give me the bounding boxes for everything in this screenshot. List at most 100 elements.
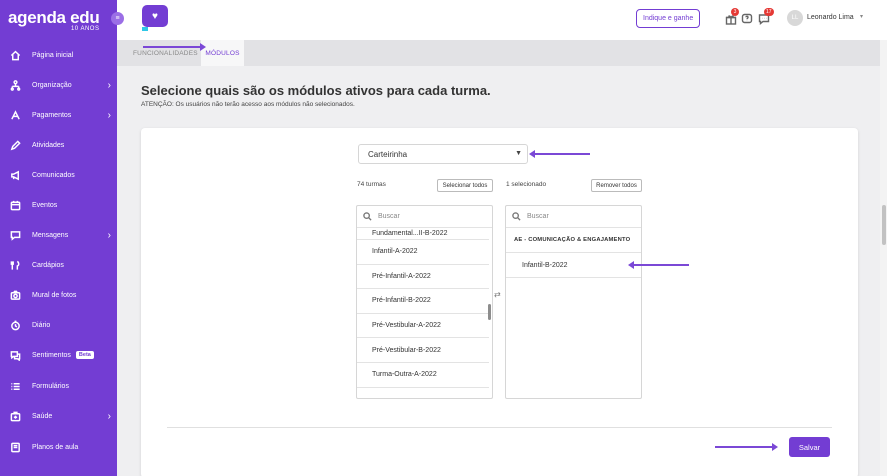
sidebar-collapse-button[interactable]: ≡ bbox=[111, 12, 124, 25]
messages-icon[interactable]: 17 bbox=[758, 8, 774, 25]
brand-logo[interactable]: agenda edu 10 ANOS bbox=[8, 8, 100, 32]
gift-badge: 3 bbox=[731, 8, 739, 16]
divider bbox=[167, 427, 832, 428]
page-scrollbar-track bbox=[880, 40, 887, 476]
sidebar-item-label: Organização bbox=[32, 81, 72, 89]
search-placeholder: Buscar bbox=[378, 213, 400, 220]
sidebar-item-label: Mensagens bbox=[32, 231, 69, 239]
available-count: 74 turmas bbox=[357, 181, 386, 188]
list-item[interactable]: Pré-Infantil-B-2022 bbox=[357, 289, 489, 314]
camera-icon bbox=[8, 288, 22, 302]
sidebar-item-sentimentos[interactable]: Sentimentos Beta bbox=[0, 345, 117, 365]
chevron-right-icon: › bbox=[107, 229, 111, 241]
sidebar-item-diario[interactable]: Diário bbox=[0, 315, 117, 335]
sidebar-item-label: Cardápios bbox=[32, 261, 64, 269]
beta-badge: Beta bbox=[75, 351, 94, 359]
select-all-button[interactable]: Selecionar todos bbox=[437, 179, 493, 192]
search-icon bbox=[512, 212, 521, 221]
list-item[interactable]: Fundamental...II-B-2022 bbox=[357, 228, 489, 240]
sidebar-item-label: Sentimentos bbox=[32, 351, 71, 359]
available-search-input[interactable]: Buscar bbox=[357, 206, 492, 228]
megaphone-icon bbox=[8, 168, 22, 182]
annotation-arrow bbox=[628, 261, 689, 269]
list-item[interactable]: Turma-Outra-A-2022 bbox=[357, 363, 489, 388]
list-item[interactable]: Infantil-B-2022 bbox=[506, 253, 641, 278]
page-title: Selecione quais são os módulos ativos pa… bbox=[141, 83, 491, 98]
tab-funcionalidades[interactable]: FUNCIONALIDADES bbox=[133, 40, 198, 66]
clock-icon bbox=[8, 318, 22, 332]
chevron-down-icon: ▼ bbox=[515, 150, 522, 157]
search-placeholder: Buscar bbox=[527, 213, 549, 220]
app-logo-accent bbox=[142, 27, 148, 31]
sidebar-item-planos-de-aula[interactable]: Planos de aula bbox=[0, 437, 117, 457]
list-item[interactable]: Pré-Infantil-A-2022 bbox=[357, 265, 489, 290]
messages-badge: 17 bbox=[764, 8, 774, 16]
sidebar-item-cardapios[interactable]: Cardápios bbox=[0, 255, 117, 275]
sidebar-item-pagina-inicial[interactable]: Página inicial bbox=[0, 45, 117, 65]
remove-all-button[interactable]: Remover todos bbox=[591, 179, 642, 192]
sidebar-item-pagamentos[interactable]: Pagamentos › bbox=[0, 105, 117, 125]
list-item[interactable]: Infantil-A-2022 bbox=[357, 240, 489, 265]
modules-card bbox=[141, 128, 858, 476]
annotation-arrow bbox=[143, 43, 206, 51]
selected-group-title: AE - COMUNICAÇÃO & ENGAJAMENTO bbox=[506, 228, 641, 253]
sidebar-item-saude[interactable]: Saúde › bbox=[0, 406, 117, 426]
logo-text: agenda edu bbox=[8, 8, 100, 27]
avatar[interactable]: LL bbox=[787, 10, 803, 26]
user-name[interactable]: Leonardo Lima bbox=[807, 14, 854, 21]
app-logo-icon[interactable]: ♥ bbox=[142, 5, 168, 27]
indique-e-ganhe-button[interactable]: Indique e ganhe bbox=[636, 9, 701, 28]
transfer-arrows-icon: ⇄ bbox=[494, 290, 501, 299]
search-icon bbox=[363, 212, 372, 221]
page-scrollbar[interactable] bbox=[882, 205, 886, 245]
health-icon bbox=[8, 409, 22, 423]
list-icon bbox=[8, 379, 22, 393]
warning-note: ATENÇÃO: Os usuários não terão acesso ao… bbox=[141, 101, 355, 108]
chevron-right-icon: › bbox=[107, 109, 111, 121]
list-item[interactable]: Pré-Vestibular-A-2022 bbox=[357, 314, 489, 339]
book-icon bbox=[8, 440, 22, 454]
sidebar-item-comunicados[interactable]: Comunicados bbox=[0, 165, 117, 185]
pencil-icon bbox=[8, 138, 22, 152]
sidebar-item-label: Página inicial bbox=[32, 51, 74, 59]
sidebar-item-label: Planos de aula bbox=[32, 443, 79, 451]
sidebar-item-label: Saúde bbox=[32, 412, 53, 420]
tab-bar: FUNCIONALIDADES MÓDULOS bbox=[117, 40, 887, 66]
selected-classes-list: Buscar AE - COMUNICAÇÃO & ENGAJAMENTO In… bbox=[505, 205, 642, 399]
list-item[interactable]: Pré-Vestibular-B-2022 bbox=[357, 338, 489, 363]
sidebar-item-label: Atividades bbox=[32, 141, 65, 149]
help-chat-icon[interactable] bbox=[741, 12, 753, 24]
available-classes-list: Buscar Fundamental...II-B-2022 Infantil-… bbox=[356, 205, 493, 399]
selected-count: 1 selecionado bbox=[506, 181, 547, 188]
chevron-right-icon: › bbox=[107, 410, 111, 422]
sidebar-item-organizacao[interactable]: Organização › bbox=[0, 75, 117, 95]
calendar-icon bbox=[8, 198, 22, 212]
sidebar-item-mural-de-fotos[interactable]: Mural de fotos bbox=[0, 285, 117, 305]
chevron-down-icon[interactable]: ▾ bbox=[860, 13, 863, 20]
chevron-right-icon: › bbox=[107, 79, 111, 91]
module-select[interactable]: Carteirinha ▼ bbox=[358, 144, 528, 164]
sidebar-item-formularios[interactable]: Formulários bbox=[0, 376, 117, 396]
payments-icon bbox=[8, 108, 22, 122]
feelings-icon bbox=[8, 348, 22, 362]
top-header: ♥ Indique e ganhe 3 17 LL Leonardo Lima … bbox=[117, 0, 887, 40]
save-button[interactable]: Salvar bbox=[789, 437, 830, 457]
menu-food-icon bbox=[8, 258, 22, 272]
list-scrollbar[interactable] bbox=[488, 304, 491, 320]
home-icon bbox=[8, 48, 22, 62]
sidebar-item-mensagens[interactable]: Mensagens › bbox=[0, 225, 117, 245]
sidebar-item-label: Formulários bbox=[32, 382, 69, 390]
annotation-arrow bbox=[529, 150, 590, 158]
annotation-arrow bbox=[715, 443, 778, 451]
tab-modulos[interactable]: MÓDULOS bbox=[201, 40, 244, 66]
sidebar-item-eventos[interactable]: Eventos bbox=[0, 195, 117, 215]
gift-icon[interactable]: 3 bbox=[725, 8, 739, 25]
sidebar-item-label: Pagamentos bbox=[32, 111, 72, 119]
sidebar-item-label: Mural de fotos bbox=[32, 291, 77, 299]
sidebar-item-atividades[interactable]: Atividades bbox=[0, 135, 117, 155]
sidebar-item-label: Eventos bbox=[32, 201, 58, 209]
sidebar-item-label: Comunicados bbox=[32, 171, 75, 179]
sidebar: agenda edu 10 ANOS Página inicial Organi… bbox=[0, 0, 117, 476]
selected-search-input[interactable]: Buscar bbox=[506, 206, 641, 228]
sidebar-item-label: Diário bbox=[32, 321, 51, 329]
